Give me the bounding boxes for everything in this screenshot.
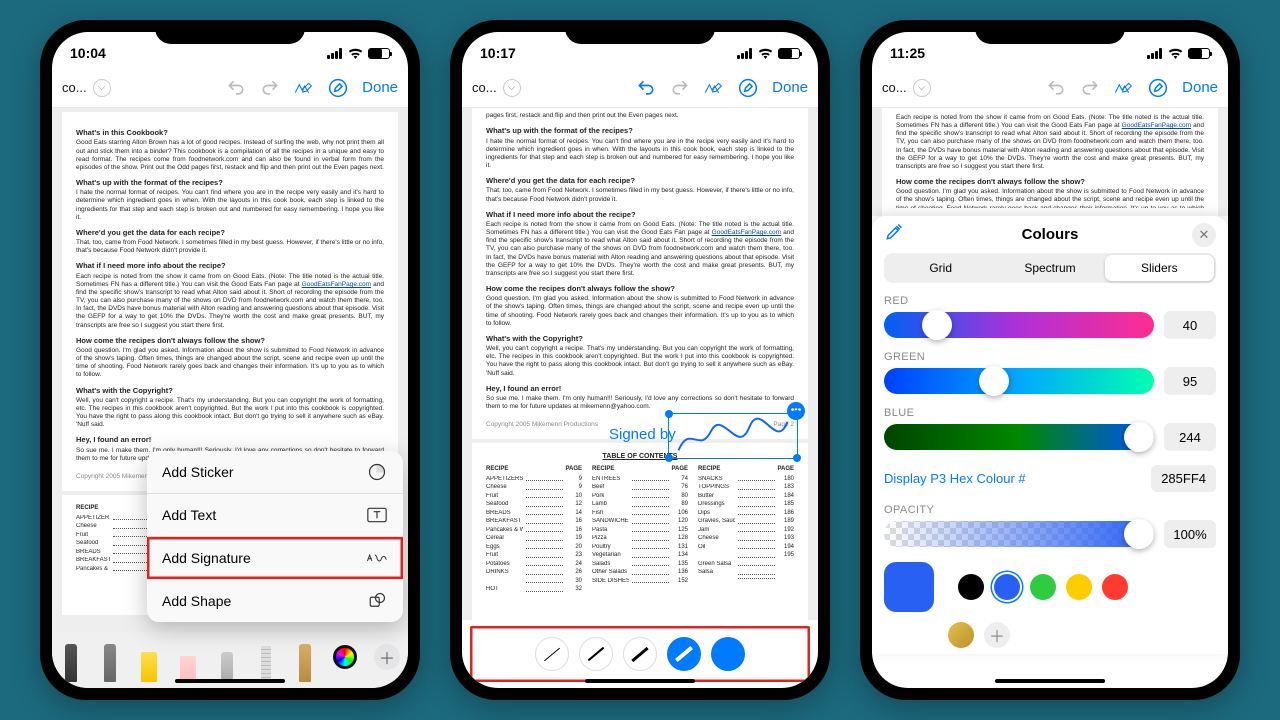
done-button[interactable]: Done <box>1182 79 1218 96</box>
tab-spectrum[interactable]: Spectrum <box>995 255 1104 281</box>
mode-segmented-control[interactable]: Grid Spectrum Sliders <box>884 253 1216 283</box>
cellular-icon <box>327 48 343 59</box>
red-value[interactable]: 40 <box>1164 311 1216 339</box>
home-indicator[interactable] <box>585 679 695 683</box>
pen-circle-icon[interactable] <box>738 78 758 98</box>
done-button[interactable]: Done <box>772 79 808 96</box>
colours-panel: Colours ✕ Grid Spectrum Sliders RED 40 G… <box>872 216 1228 654</box>
shape-icon <box>366 592 388 610</box>
document-view[interactable]: pages first, restack and flip and then p… <box>462 108 818 620</box>
tab-sliders[interactable]: Sliders <box>1105 255 1214 281</box>
tab-grid[interactable]: Grid <box>886 255 995 281</box>
undo-button[interactable] <box>226 78 246 98</box>
eyedropper-icon[interactable] <box>884 222 904 247</box>
clock: 10:04 <box>70 45 106 61</box>
blue-label: BLUE <box>884 407 1216 419</box>
pencil-tool[interactable] <box>294 640 316 682</box>
pen-tool[interactable] <box>60 640 82 682</box>
red-label: RED <box>884 295 1216 307</box>
add-menu: Add Sticker Add Text Add Signature Add S… <box>147 451 403 622</box>
swatch-black[interactable] <box>958 574 984 600</box>
eraser-tool[interactable] <box>177 640 199 682</box>
signature-label: Signed by <box>609 426 676 445</box>
signature-selection[interactable]: Signed by ••• <box>668 413 798 459</box>
close-button[interactable]: ✕ <box>1192 223 1216 247</box>
opacity-label: OPACITY <box>884 504 1216 516</box>
sticker-icon <box>366 463 388 481</box>
swatch-gold[interactable] <box>948 622 974 648</box>
clock: 10:17 <box>480 45 516 61</box>
swatch-yellow[interactable] <box>1066 574 1092 600</box>
undo-button[interactable] <box>1046 78 1066 98</box>
swatch-green[interactable] <box>1030 574 1056 600</box>
green-label: GREEN <box>884 351 1216 363</box>
blue-value[interactable]: 244 <box>1164 423 1216 451</box>
highlighter-tool[interactable] <box>138 640 160 682</box>
stroke-regular[interactable] <box>579 637 613 671</box>
signature-stroke <box>669 414 797 458</box>
stroke-bold[interactable] <box>667 637 701 671</box>
colour-picker-button[interactable] <box>333 645 357 669</box>
add-button[interactable]: ＋ <box>374 644 400 670</box>
ruler-tool[interactable] <box>255 640 277 682</box>
red-slider[interactable] <box>884 312 1154 338</box>
green-value[interactable]: 95 <box>1164 367 1216 395</box>
battery-icon <box>368 48 390 59</box>
stroke-weight-picker <box>470 626 810 682</box>
add-shape-item[interactable]: Add Shape <box>147 580 403 622</box>
done-button[interactable]: Done <box>362 79 398 96</box>
redo-button[interactable] <box>1080 78 1100 98</box>
hex-value[interactable]: 285FF4 <box>1151 465 1216 492</box>
text-icon <box>366 506 388 524</box>
opacity-value[interactable]: 100% <box>1164 520 1216 548</box>
swatch-blue[interactable] <box>994 574 1020 600</box>
home-indicator[interactable] <box>995 679 1105 683</box>
clock: 11:25 <box>890 45 925 61</box>
add-sticker-item[interactable]: Add Sticker <box>147 451 403 494</box>
home-indicator[interactable] <box>175 679 285 683</box>
title-dropdown[interactable]: ⌵ <box>913 79 931 97</box>
markup-toggle-icon[interactable] <box>294 78 314 98</box>
opacity-slider[interactable] <box>884 521 1154 547</box>
phone-mockup-3: 11:25 co...⌵ Done Each recipe is noted f… <box>860 20 1240 700</box>
swatch-add[interactable]: ＋ <box>984 622 1010 648</box>
hex-label[interactable]: Display P3 Hex Colour # <box>884 471 1026 486</box>
redo-button[interactable] <box>670 78 690 98</box>
title-dropdown[interactable]: ⌵ <box>93 79 111 97</box>
add-text-item[interactable]: Add Text <box>147 494 403 537</box>
markup-toolbar: co... ⌵ Done <box>52 68 408 108</box>
stroke-colour-button[interactable] <box>711 637 745 671</box>
wifi-icon <box>348 48 363 59</box>
redo-button[interactable] <box>260 78 280 98</box>
markup-toggle-icon[interactable] <box>704 78 724 98</box>
title-dropdown[interactable]: ⌵ <box>503 79 521 97</box>
document-title: co... <box>62 80 87 95</box>
stroke-thin[interactable] <box>535 637 569 671</box>
panel-title: Colours <box>1022 226 1079 243</box>
current-colour-swatch <box>884 562 934 612</box>
phone-mockup-1: 10:04 co... ⌵ Done What's in this C <box>40 20 420 700</box>
blue-slider[interactable] <box>884 424 1154 450</box>
add-signature-item[interactable]: Add Signature <box>147 537 403 580</box>
marker-tool[interactable] <box>99 640 121 682</box>
pen-circle-icon[interactable] <box>328 78 348 98</box>
green-slider[interactable] <box>884 368 1154 394</box>
swatch-row <box>884 562 1216 612</box>
lasso-tool[interactable] <box>216 640 238 682</box>
pen-circle-icon[interactable] <box>1148 78 1168 98</box>
swatch-red[interactable] <box>1102 574 1128 600</box>
markup-toggle-icon[interactable] <box>1114 78 1134 98</box>
signature-icon <box>366 549 388 567</box>
undo-button[interactable] <box>636 78 656 98</box>
stroke-medium[interactable] <box>623 637 657 671</box>
phone-mockup-2: 10:17 co...⌵ Done pages first, restack a… <box>450 20 830 700</box>
